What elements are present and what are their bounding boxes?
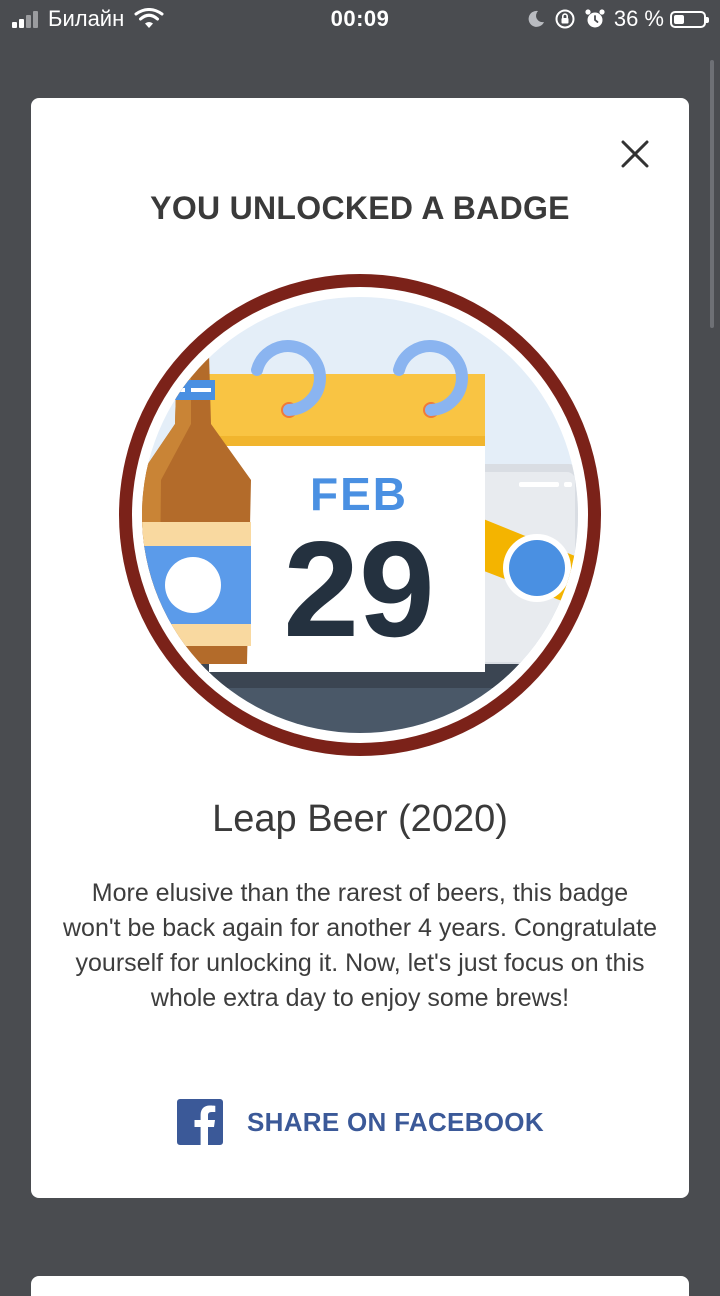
- badge-image: FEB 29: [119, 274, 601, 756]
- moon-icon: [528, 10, 544, 27]
- share-on-facebook-button[interactable]: SHARE ON FACEBOOK: [177, 1098, 544, 1146]
- facebook-icon: [177, 1099, 223, 1145]
- battery-icon: [670, 10, 709, 28]
- orientation-lock-icon: [555, 9, 575, 29]
- next-card-peek: [31, 1276, 689, 1296]
- status-right: 36 %: [526, 6, 709, 32]
- badge-unlocked-modal: YOU UNLOCKED A BADGE FEB 29 Leap Beer (2…: [31, 98, 689, 1198]
- badge-name: Leap Beer (2020): [212, 798, 508, 840]
- close-button[interactable]: [617, 136, 653, 172]
- share-label: SHARE ON FACEBOOK: [247, 1106, 544, 1137]
- calendar-day-label: 29: [283, 513, 434, 665]
- close-icon: [621, 140, 649, 168]
- scroll-indicator[interactable]: [710, 60, 714, 328]
- status-bar: Билайн 00:09 36 %: [0, 0, 720, 40]
- badge-description: More elusive than the rarest of beers, t…: [62, 879, 658, 1012]
- battery-percent: 36 %: [613, 6, 664, 31]
- modal-title: YOU UNLOCKED A BADGE: [150, 190, 570, 226]
- alarm-icon: [585, 9, 605, 28]
